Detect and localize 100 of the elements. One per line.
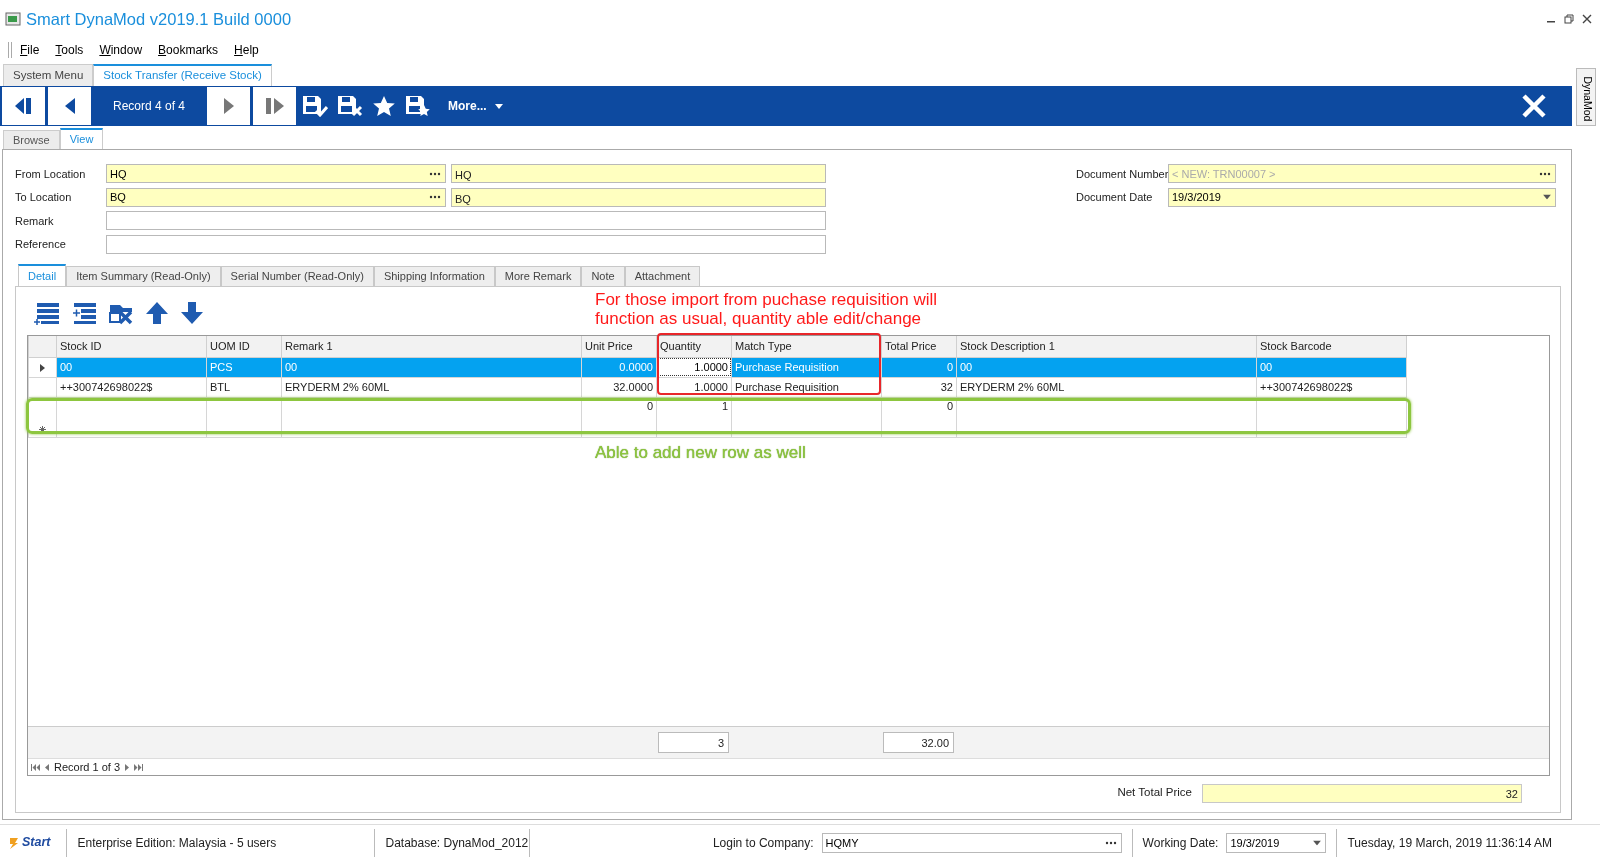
skip-forward-icon — [264, 97, 285, 115]
status-text: Enterprise Edition: Malaysia - 5 users — [77, 834, 277, 852]
summary-field: 3 — [658, 731, 729, 753]
detail-tab[interactable]: Item Summary (Read-Only) — [66, 266, 221, 286]
column-header[interactable]: Stock Description 1 — [956, 336, 1257, 357]
menu-item[interactable]: Tools — [47, 41, 92, 59]
menu-item[interactable]: File — [12, 41, 48, 59]
record-counter: Record 4 of 4 — [111, 98, 186, 115]
field-label: Remark — [15, 213, 55, 229]
description-field: HQ — [451, 164, 826, 184]
table-cell: 1.0000 — [656, 377, 732, 397]
annotation-text: For those import from puchase requisition will function as usual, quantity able edit/change — [595, 290, 938, 328]
move-up-button[interactable] — [145, 301, 169, 325]
input-field[interactable] — [106, 211, 826, 231]
detail-tab[interactable]: Note — [581, 266, 625, 286]
next-page-button[interactable] — [125, 763, 130, 771]
table-cell: Purchase Requisition — [731, 377, 882, 397]
row-pointer-icon — [40, 363, 45, 372]
field-label: To Location — [15, 190, 73, 205]
table-cell: ++300742698022$ — [56, 377, 207, 397]
field-label: From Location — [15, 166, 87, 182]
detail-tab[interactable]: Detail — [18, 264, 67, 286]
column-header[interactable]: Stock Barcode — [1256, 336, 1407, 357]
summary-field: 32.00 — [883, 731, 954, 753]
input-field[interactable] — [106, 234, 826, 254]
detail-tab[interactable]: Serial Number (Read-Only) — [220, 266, 374, 286]
ellipsis-icon[interactable] — [429, 171, 441, 176]
column-header[interactable]: Total Price — [881, 336, 957, 357]
last-page-button[interactable] — [134, 763, 144, 771]
date-field[interactable]: 19/3/2019 — [1226, 832, 1327, 853]
detail-tab[interactable]: Attachment — [624, 266, 701, 286]
close-icon[interactable] — [1582, 14, 1592, 24]
field-label: Working Date: — [1142, 834, 1219, 852]
lookup-field[interactable]: HQ — [106, 164, 446, 184]
field-label: Document Number — [1076, 166, 1168, 182]
column-header[interactable]: Quantity — [656, 336, 732, 357]
next-page-icon — [125, 763, 130, 771]
previous-page-button[interactable] — [45, 763, 49, 771]
first-record-button[interactable] — [2, 87, 45, 125]
lookup-field[interactable]: < NEW: TRN00007 > — [1168, 164, 1556, 184]
detail-tab[interactable]: Shipping Information — [373, 266, 495, 286]
arrow-up-icon — [145, 301, 169, 325]
first-page-button[interactable] — [31, 763, 40, 771]
insert-row-button[interactable] — [71, 301, 97, 325]
field-label: Reference — [15, 237, 67, 252]
caret-down-icon[interactable] — [1543, 194, 1551, 200]
detail-tab[interactable]: More Remark — [494, 266, 582, 286]
column-header[interactable]: Unit Price — [581, 336, 657, 357]
document-tab[interactable]: Stock Transfer (Receive Stock) — [93, 64, 272, 86]
previous-record-button[interactable] — [48, 87, 91, 125]
add-row-button[interactable] — [34, 301, 60, 325]
lookup-field[interactable]: BQ — [106, 187, 446, 207]
floppy-star-icon — [405, 95, 431, 117]
app-icon — [5, 12, 21, 26]
table-cell: ERYDERM 2% 60ML — [281, 377, 582, 397]
grip-icon — [8, 42, 12, 58]
more-button[interactable]: More... — [445, 87, 506, 125]
last-record-button[interactable] — [253, 87, 296, 125]
date-field[interactable]: 19/3/2019 — [1168, 187, 1556, 207]
column-header[interactable]: Stock ID — [56, 336, 207, 357]
view-tab[interactable]: View — [59, 128, 104, 149]
arrow-down-icon — [180, 301, 204, 325]
total-field: 32 — [1202, 783, 1522, 803]
status-text: Database: DynaMod_2012 — [385, 834, 529, 852]
column-header[interactable]: Match Type — [731, 336, 882, 357]
ellipsis-icon[interactable] — [1104, 840, 1117, 845]
restore-icon[interactable] — [1564, 14, 1574, 24]
view-tab[interactable]: Browse — [3, 130, 60, 149]
menu-item[interactable]: Bookmarks — [150, 41, 227, 59]
document-tab[interactable]: System Menu — [3, 64, 94, 86]
menu-item[interactable]: Help — [226, 41, 267, 59]
caret-down-icon[interactable] — [1313, 840, 1322, 845]
table-cell: 32 — [881, 377, 957, 397]
floppy-check-icon — [302, 95, 328, 117]
last-page-icon — [134, 763, 144, 771]
table-cell: ++300742698022$ — [1256, 377, 1407, 397]
triangle-right-icon — [222, 97, 235, 115]
ellipsis-icon[interactable] — [429, 195, 441, 200]
menu-item[interactable]: Window — [91, 41, 151, 59]
floppy-cross-icon — [337, 95, 363, 117]
column-header[interactable]: Remark 1 — [281, 336, 582, 357]
annotation-text: Able to add new row as well — [595, 443, 806, 462]
caret-down-icon — [494, 103, 503, 109]
side-tab[interactable]: DynaMod — [1576, 68, 1596, 126]
field-label: Login to Company: — [712, 834, 814, 852]
list-plus-icon — [34, 301, 60, 325]
next-record-button[interactable] — [207, 87, 250, 125]
skip-back-icon — [13, 97, 34, 115]
company-field[interactable]: HQMY — [821, 832, 1122, 853]
window-title: Smart DynaMod v2019.1 Build 0000 — [26, 8, 292, 30]
previous-page-icon — [45, 763, 49, 771]
table-cell: 32.0000 — [581, 377, 657, 397]
move-down-button[interactable] — [180, 301, 204, 325]
star-icon — [372, 95, 396, 117]
table-cell: BTL — [206, 377, 282, 397]
ellipsis-icon[interactable] — [1539, 171, 1551, 176]
list-insert-icon — [71, 301, 97, 325]
table-cell: ERYDERM 2% 60ML — [956, 377, 1257, 397]
column-header[interactable]: UOM ID — [206, 336, 282, 357]
start-button[interactable]: Start — [2, 833, 57, 852]
